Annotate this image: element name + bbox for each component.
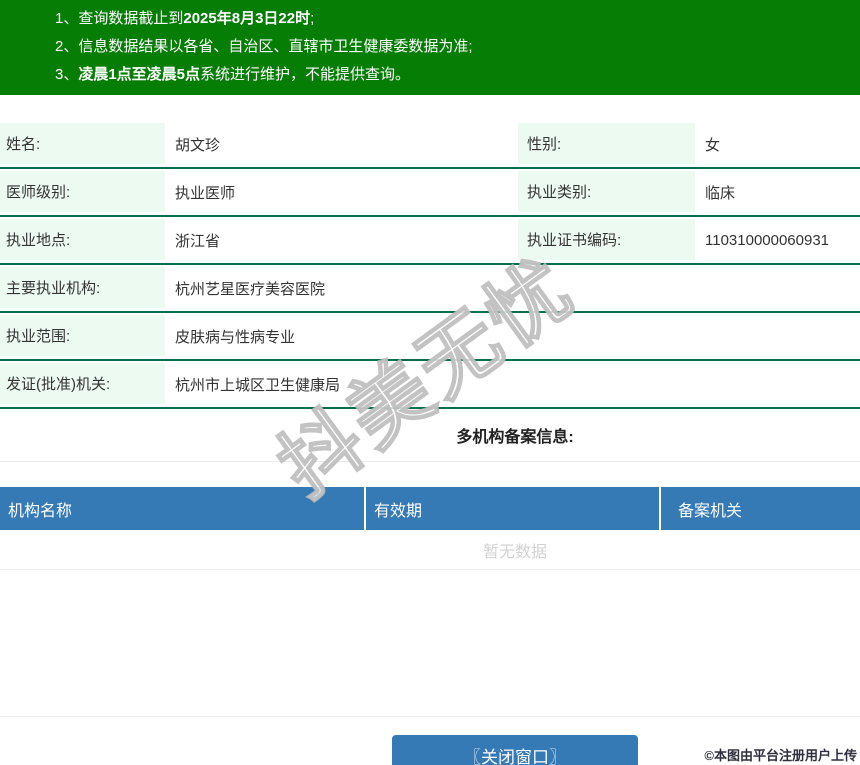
copyright-watermark: ©本图由平台注册用户上传 — [704, 745, 857, 764]
doctor-info-table: 姓名: 胡文珍 性别: 女 医师级别: 执业医师 执业类别: 临床 执业地点: … — [0, 121, 860, 409]
table-row: 执业范围: 皮肤病与性病专业 — [0, 313, 860, 361]
gender-label: 性别: — [518, 123, 695, 164]
main-institution-value: 杭州艺星医疗美容医院 — [165, 265, 860, 311]
practice-category-label: 执业类别: — [518, 171, 695, 212]
records-table: 机构名称 有效期 备案机关 暂无数据 — [0, 487, 860, 570]
table-row: 姓名: 胡文珍 性别: 女 — [0, 121, 860, 169]
notice-line-3: 3、凌晨1点至凌晨5点系统进行维护，不能提供查询。 — [55, 61, 860, 89]
issuing-authority-label: 发证(批准)机关: — [0, 363, 165, 404]
practice-category-value: 临床 — [695, 169, 860, 215]
result-content: 姓名: 胡文珍 性别: 女 医师级别: 执业医师 执业类别: 临床 执业地点: … — [0, 121, 860, 765]
table-row: 医师级别: 执业医师 执业类别: 临床 — [0, 169, 860, 217]
practice-scope-value: 皮肤病与性病专业 — [165, 313, 860, 359]
table-row: 执业地点: 浙江省 执业证书编码: 110310000060931 — [0, 217, 860, 265]
multi-institution-records-title: 多机构备案信息: — [0, 409, 860, 462]
certificate-code-value: 110310000060931 — [695, 217, 860, 263]
close-window-button[interactable]: 〖关闭窗口〗 — [392, 735, 638, 765]
doctor-level-value: 执业医师 — [165, 169, 518, 215]
header-record-authority: 备案机关 — [661, 487, 860, 530]
table-row: 主要执业机构: 杭州艺星医疗美容医院 — [0, 265, 860, 313]
issuing-authority-value: 杭州市上城区卫生健康局 — [165, 361, 860, 407]
table-row: 发证(批准)机关: 杭州市上城区卫生健康局 — [0, 361, 860, 409]
header-institution-name: 机构名称 — [0, 487, 366, 530]
notice-banner: 1、查询数据截止到2025年8月3日22时; 2、信息数据结果以各省、自治区、直… — [0, 0, 860, 95]
certificate-code-label: 执业证书编码: — [518, 219, 695, 260]
notice-line-1: 1、查询数据截止到2025年8月3日22时; — [55, 5, 860, 33]
main-institution-label: 主要执业机构: — [0, 267, 165, 308]
header-validity-period: 有效期 — [366, 487, 661, 530]
practice-location-label: 执业地点: — [0, 219, 165, 260]
records-table-header: 机构名称 有效期 备案机关 — [0, 487, 860, 530]
name-value: 胡文珍 — [165, 121, 518, 167]
practice-scope-label: 执业范围: — [0, 315, 165, 356]
content-bottom-divider — [0, 570, 860, 717]
name-label: 姓名: — [0, 123, 165, 164]
empty-data-text: 暂无数据 — [0, 530, 860, 570]
gender-value: 女 — [695, 121, 860, 167]
notice-line-2: 2、信息数据结果以各省、自治区、直辖市卫生健康委数据为准; — [55, 33, 860, 61]
practice-location-value: 浙江省 — [165, 217, 518, 263]
doctor-level-label: 医师级别: — [0, 171, 165, 212]
